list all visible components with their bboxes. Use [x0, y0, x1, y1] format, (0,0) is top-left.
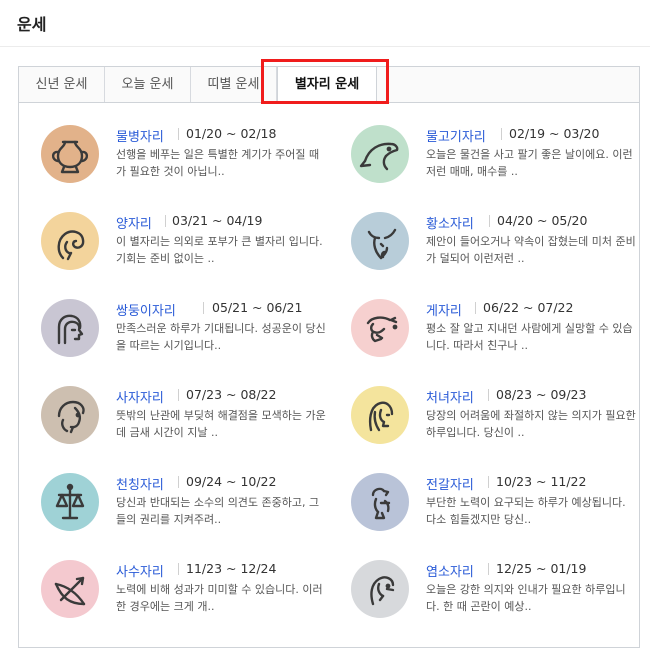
taurus-icon	[351, 212, 409, 270]
gemini-icon	[41, 299, 99, 357]
zodiac-desc: 평소 잘 알고 지내던 사람에게 실망할 수 있습니다. 따라서 친구나 ..	[426, 322, 633, 352]
zodiac-desc: 당장의 어려움에 좌절하지 않는 의지가 필요한 하루입니다. 당신이 ..	[426, 409, 636, 439]
virgo-icon	[351, 386, 409, 444]
divider	[178, 563, 179, 575]
divider	[488, 476, 489, 488]
zodiac-date: 10/23 ~ 11/22	[496, 474, 587, 489]
zodiac-item-aquarius[interactable]: 물병자리 01/20 ~ 02/18 선행을 베푸는 일은 특별한 계기가 주어…	[41, 125, 326, 195]
zodiac-date: 04/20 ~ 05/20	[497, 213, 588, 228]
cancer-icon	[351, 299, 409, 357]
zodiac-desc: 노력에 비해 성과가 미미할 수 있습니다. 이러한 경우에는 크게 개..	[116, 583, 323, 613]
zodiac-date: 08/23 ~ 09/23	[496, 387, 587, 402]
divider	[178, 128, 179, 140]
zodiac-item-libra[interactable]: 천칭자리 09/24 ~ 10/22 당신과 반대되는 소수의 의견도 존중하고…	[41, 473, 326, 543]
zodiac-item-aries[interactable]: 양자리 03/21 ~ 04/19 이 별자리는 의외로 포부가 큰 별자리 입…	[41, 212, 326, 282]
divider	[488, 563, 489, 575]
zodiac-item-pisces[interactable]: 물고기자리 02/19 ~ 03/20 오늘은 물건을 사고 팔기 좋은 날이에…	[351, 125, 636, 195]
divider	[178, 389, 179, 401]
zodiac-desc: 부단한 노력이 요구되는 하루가 예상됩니다. 다소 힘들겠지만 당신..	[426, 496, 626, 526]
zodiac-name[interactable]: 전갈자리	[426, 474, 474, 493]
divider	[178, 476, 179, 488]
zodiac-name[interactable]: 사수자리	[116, 561, 164, 580]
zodiac-item-taurus[interactable]: 황소자리 04/20 ~ 05/20 제안이 들어오거나 약속이 잡혔는데 미처…	[351, 212, 636, 282]
divider	[203, 302, 204, 314]
zodiac-item-leo[interactable]: 사자자리 07/23 ~ 08/22 뜻밖의 난관에 부딪혀 해결점을 모색하는…	[41, 386, 326, 456]
aquarius-icon	[41, 125, 99, 183]
zodiac-name[interactable]: 게자리	[426, 300, 462, 319]
zodiac-name[interactable]: 물병자리	[116, 126, 164, 145]
zodiac-date: 09/24 ~ 10/22	[186, 474, 277, 489]
zodiac-date: 05/21 ~ 06/21	[212, 300, 303, 315]
zodiac-date: 06/22 ~ 07/22	[483, 300, 574, 315]
divider	[501, 128, 502, 140]
tab-today[interactable]: 오늘 운세	[105, 67, 191, 102]
capricorn-icon	[351, 560, 409, 618]
zodiac-item-gemini[interactable]: 쌍둥이자리 05/21 ~ 06/21 만족스러운 하루가 기대됩니다. 성공운…	[41, 299, 326, 369]
fortune-panel: 신년 운세 오늘 운세 띠별 운세 별자리 운세 물병자리 01/20 ~ 02…	[18, 66, 640, 648]
zodiac-name[interactable]: 처녀자리	[426, 387, 474, 406]
libra-icon	[41, 473, 99, 531]
tab-bar: 신년 운세 오늘 운세 띠별 운세 별자리 운세	[19, 67, 639, 103]
zodiac-desc: 당신과 반대되는 소수의 의견도 존중하고, 그들의 권리를 지켜주려..	[116, 496, 320, 526]
zodiac-date: 02/19 ~ 03/20	[509, 126, 600, 141]
zodiac-name[interactable]: 쌍둥이자리	[116, 300, 176, 319]
divider	[489, 215, 490, 227]
zodiac-item-cancer[interactable]: 게자리 06/22 ~ 07/22 평소 잘 알고 지내던 사람에게 실망할 수…	[351, 299, 636, 369]
zodiac-desc: 이 별자리는 의외로 포부가 큰 별자리 입니다. 기회는 준비 없이는 ..	[116, 235, 323, 265]
pisces-icon	[351, 125, 409, 183]
zodiac-desc: 오늘은 물건을 사고 팔기 좋은 날이에요. 이런 저런 매매, 매수를 ..	[426, 148, 633, 178]
page-title: 운세	[17, 15, 47, 34]
zodiac-desc: 오늘은 강한 의지와 인내가 필요한 하루입니다. 한 때 곤란이 예상..	[426, 583, 626, 613]
zodiac-desc: 제안이 들어오거나 약속이 잡혔는데 미처 준비가 덜되어 이런저런 ..	[426, 235, 636, 265]
divider	[165, 215, 166, 227]
zodiac-item-virgo[interactable]: 처녀자리 08/23 ~ 09/23 당장의 어려움에 좌절하지 않는 의지가 …	[351, 386, 636, 456]
zodiac-item-sagittarius[interactable]: 사수자리 11/23 ~ 12/24 노력에 비해 성과가 미미할 수 있습니다…	[41, 560, 326, 630]
zodiac-name[interactable]: 황소자리	[426, 213, 474, 232]
leo-icon	[41, 386, 99, 444]
zodiac-name[interactable]: 천칭자리	[116, 474, 164, 493]
tab-new-year[interactable]: 신년 운세	[19, 67, 105, 102]
zodiac-date: 11/23 ~ 12/24	[186, 561, 277, 576]
zodiac-date: 12/25 ~ 01/19	[496, 561, 587, 576]
tab-chinese-zodiac[interactable]: 띠별 운세	[191, 67, 277, 102]
divider	[475, 302, 476, 314]
zodiac-desc: 뜻밖의 난관에 부딪혀 해결점을 모색하는 가운데 금새 시간이 지날 ..	[116, 409, 326, 439]
zodiac-name[interactable]: 양자리	[116, 213, 152, 232]
divider	[488, 389, 489, 401]
zodiac-name[interactable]: 사자자리	[116, 387, 164, 406]
zodiac-name[interactable]: 물고기자리	[426, 126, 486, 145]
aries-icon	[41, 212, 99, 270]
scorpio-icon	[351, 473, 409, 531]
zodiac-date: 03/21 ~ 04/19	[172, 213, 263, 228]
zodiac-desc: 선행을 베푸는 일은 특별한 계기가 주어질 때가 필요한 것이 아닙니..	[116, 148, 320, 178]
header: 운세	[0, 0, 650, 47]
tab-star-sign[interactable]: 별자리 운세	[277, 67, 377, 103]
zodiac-item-scorpio[interactable]: 전갈자리 10/23 ~ 11/22 부단한 노력이 요구되는 하루가 예상됩니…	[351, 473, 636, 543]
zodiac-desc: 만족스러운 하루가 기대됩니다. 성공운이 당신을 따르는 시기입니다..	[116, 322, 326, 352]
zodiac-name[interactable]: 염소자리	[426, 561, 474, 580]
zodiac-date: 01/20 ~ 02/18	[186, 126, 277, 141]
zodiac-date: 07/23 ~ 08/22	[186, 387, 277, 402]
sagittarius-icon	[41, 560, 99, 618]
zodiac-item-capricorn[interactable]: 염소자리 12/25 ~ 01/19 오늘은 강한 의지와 인내가 필요한 하루…	[351, 560, 636, 630]
